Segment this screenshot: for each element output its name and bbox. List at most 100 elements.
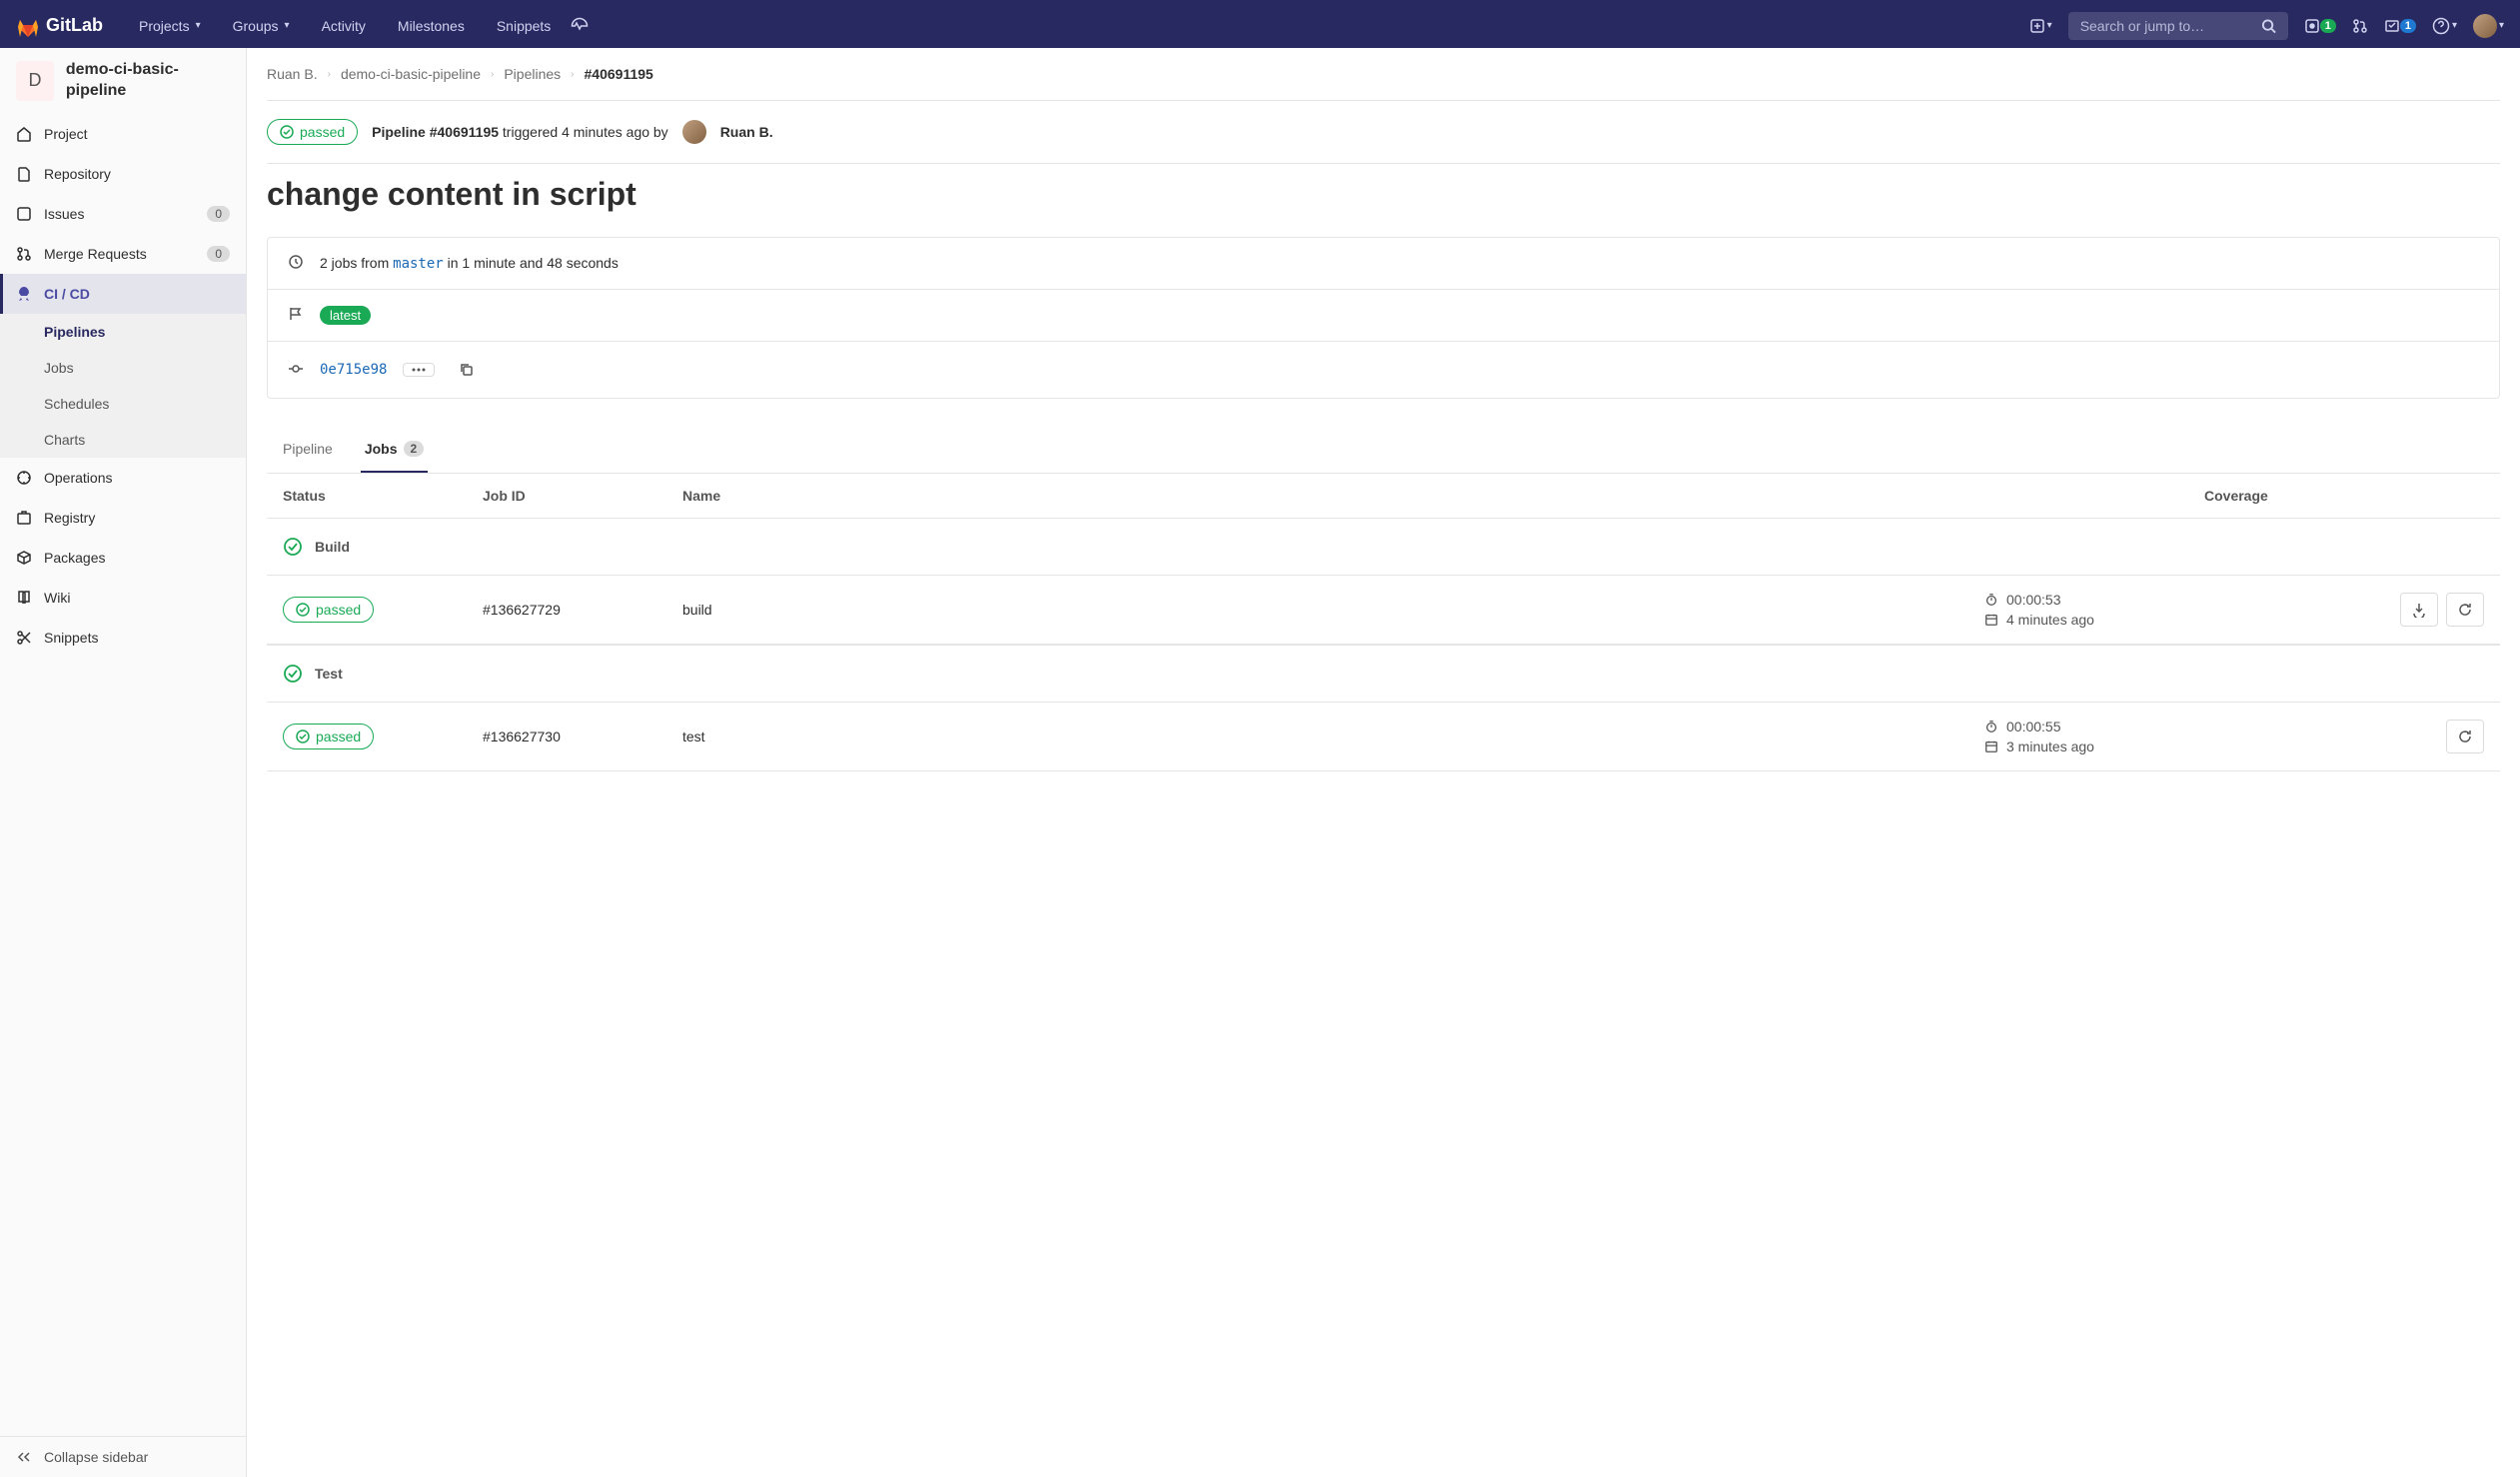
page-title: change content in script <box>267 176 2500 213</box>
search-input[interactable] <box>2080 18 2261 34</box>
branch-link[interactable]: master <box>393 256 444 272</box>
retry-icon <box>2457 729 2473 744</box>
sidebar-item-label: Packages <box>44 550 105 566</box>
triggered-by-user[interactable]: Ruan B. <box>720 124 773 140</box>
breadcrumb-pipelines[interactable]: Pipelines <box>504 66 561 82</box>
stage-row-build: Build <box>267 519 2500 576</box>
nav-projects[interactable]: Projects▾ <box>127 10 213 42</box>
sidebar-sub-pipelines[interactable]: Pipelines <box>0 314 246 350</box>
chevron-right-icon: › <box>328 69 331 80</box>
commit-icon <box>288 361 304 380</box>
check-circle-icon <box>280 125 294 139</box>
chevron-right-icon: › <box>491 69 494 80</box>
calendar-icon <box>1984 613 1998 627</box>
sidebar-item-merge-requests[interactable]: Merge Requests 0 <box>0 234 246 274</box>
nav-todos-icon[interactable]: 1 <box>2384 18 2416 34</box>
triggered-by-avatar[interactable] <box>682 120 706 144</box>
download-artifacts-button[interactable] <box>2400 593 2438 627</box>
sidebar-item-label: Repository <box>44 166 111 182</box>
retry-job-button[interactable] <box>2446 720 2484 753</box>
job-status-pill[interactable]: passed <box>283 597 374 623</box>
user-avatar <box>2473 14 2497 38</box>
timer-icon <box>1984 720 1998 734</box>
nav-snippets[interactable]: Snippets <box>485 10 563 42</box>
job-name: build <box>682 602 802 618</box>
nav-groups[interactable]: Groups▾ <box>221 10 302 42</box>
issues-icon <box>16 206 32 222</box>
mr-badge: 0 <box>207 246 230 262</box>
nav-milestones[interactable]: Milestones <box>386 10 477 42</box>
performance-bar-icon[interactable] <box>571 17 589 35</box>
col-jobid: Job ID <box>483 488 682 504</box>
new-dropdown[interactable]: ▾ <box>2029 18 2052 34</box>
nav-issues-icon[interactable]: 1 <box>2304 18 2336 34</box>
breadcrumb: Ruan B. › demo-ci-basic-pipeline › Pipel… <box>267 48 2500 100</box>
stage-row-test: Test <box>267 645 2500 703</box>
breadcrumb-user[interactable]: Ruan B. <box>267 66 318 82</box>
user-menu[interactable]: ▾ <box>2473 14 2504 38</box>
chevron-right-icon: › <box>571 69 574 80</box>
job-row: passed #136627730 test 00:00:55 3 minute… <box>267 703 2500 771</box>
clock-icon <box>288 254 304 273</box>
flag-icon <box>288 306 304 325</box>
job-id[interactable]: #136627730 <box>483 729 682 744</box>
commit-more-button[interactable] <box>403 363 435 377</box>
rocket-icon <box>16 286 32 302</box>
gitlab-logo[interactable]: GitLab <box>16 14 103 38</box>
sidebar-item-label: Issues <box>44 206 84 222</box>
merge-request-icon <box>16 246 32 262</box>
commit-sha-link[interactable]: 0e715e98 <box>320 362 387 378</box>
stage-name: Test <box>315 666 343 682</box>
brand-text: GitLab <box>46 15 103 36</box>
sidebar-item-project[interactable]: Project <box>0 114 246 154</box>
check-circle-icon <box>296 730 310 743</box>
calendar-icon <box>1984 739 1998 753</box>
jobs-table-header: Status Job ID Name Coverage <box>267 474 2500 519</box>
collapse-label: Collapse sidebar <box>44 1449 148 1465</box>
issues-badge: 0 <box>207 206 230 222</box>
project-avatar: D <box>16 61 54 101</box>
latest-tag: latest <box>320 306 371 325</box>
collapse-icon <box>16 1449 32 1465</box>
sidebar-item-label: CI / CD <box>44 286 90 302</box>
copy-sha-button[interactable] <box>451 358 483 382</box>
nav-merge-requests-icon[interactable] <box>2352 18 2368 34</box>
tab-pipeline[interactable]: Pipeline <box>279 427 337 473</box>
sidebar-item-repository[interactable]: Repository <box>0 154 246 194</box>
chevron-down-icon: ▾ <box>196 20 201 31</box>
tab-jobs[interactable]: Jobs 2 <box>361 427 428 473</box>
pipeline-summary: passed Pipeline #40691195 triggered 4 mi… <box>267 101 2500 163</box>
tabs: Pipeline Jobs 2 <box>267 427 2500 474</box>
sidebar-item-label: Snippets <box>44 630 98 646</box>
sidebar-sub-charts[interactable]: Charts <box>0 422 246 458</box>
sidebar-item-issues[interactable]: Issues 0 <box>0 194 246 234</box>
job-name: test <box>682 729 802 744</box>
job-id[interactable]: #136627729 <box>483 602 682 618</box>
sidebar-item-packages[interactable]: Packages <box>0 538 246 578</box>
pipeline-triggered-text: Pipeline #40691195 triggered 4 minutes a… <box>372 124 668 140</box>
file-icon <box>16 166 32 182</box>
nav-help-icon[interactable]: ▾ <box>2432 17 2457 35</box>
jobs-table: Status Job ID Name Coverage Build passed <box>267 474 2500 771</box>
sidebar-sub-jobs[interactable]: Jobs <box>0 350 246 386</box>
jobs-count-badge: 2 <box>404 441 425 457</box>
ellipsis-icon <box>412 368 426 372</box>
sidebar-item-label: Registry <box>44 510 95 526</box>
nav-activity[interactable]: Activity <box>310 10 378 42</box>
job-status-pill[interactable]: passed <box>283 724 374 749</box>
sidebar-item-wiki[interactable]: Wiki <box>0 578 246 618</box>
sidebar-item-registry[interactable]: Registry <box>0 498 246 538</box>
sidebar-item-operations[interactable]: Operations <box>0 458 246 498</box>
sidebar-project-header[interactable]: D demo-ci-basic-pipeline <box>0 48 246 114</box>
sidebar-item-cicd[interactable]: CI / CD <box>0 274 246 314</box>
registry-icon <box>16 510 32 526</box>
search-box[interactable] <box>2068 12 2288 40</box>
todos-count-badge: 1 <box>2400 19 2416 33</box>
sidebar-item-snippets[interactable]: Snippets <box>0 618 246 658</box>
search-icon <box>2261 18 2276 34</box>
job-timing: 00:00:53 4 minutes ago <box>1984 592 2204 628</box>
sidebar-sub-schedules[interactable]: Schedules <box>0 386 246 422</box>
collapse-sidebar-button[interactable]: Collapse sidebar <box>0 1436 246 1477</box>
retry-job-button[interactable] <box>2446 593 2484 627</box>
breadcrumb-project[interactable]: demo-ci-basic-pipeline <box>341 66 481 82</box>
